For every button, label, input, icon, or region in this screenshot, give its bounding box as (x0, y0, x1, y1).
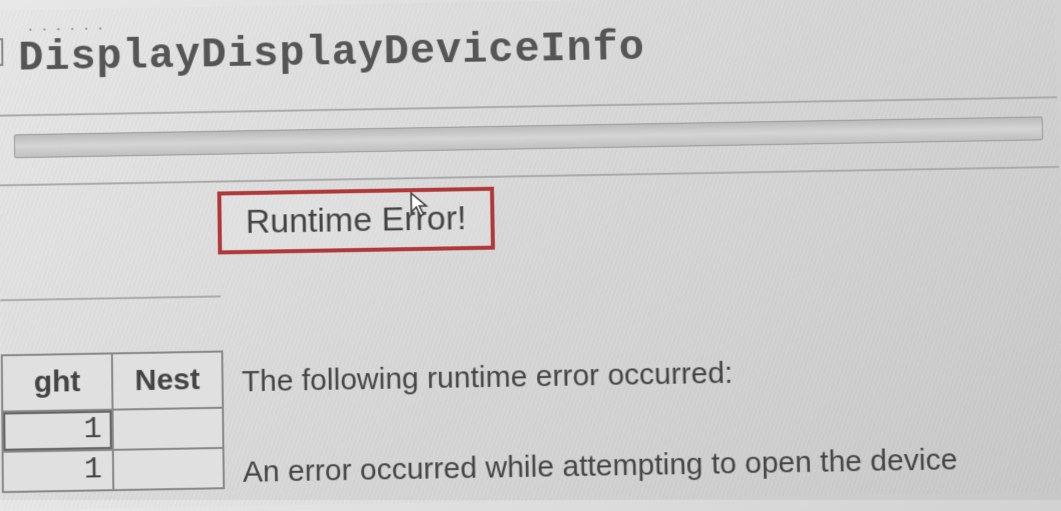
table-cell[interactable] (113, 448, 224, 490)
divider-line-3 (0, 295, 220, 301)
table-header-row: ght Nest (2, 352, 223, 412)
error-message-line: The following runtime error occurred: (241, 357, 733, 400)
progress-bar (14, 116, 1043, 158)
decoration-dots: . . . . . . (28, 14, 105, 36)
table-row: 1 (2, 408, 223, 452)
data-table: ght Nest 1 1 (1, 350, 225, 493)
error-heading-box: Runtime Error! (217, 187, 495, 255)
error-message-line: An error occurred while attempting to op… (243, 443, 958, 490)
table-row: 1 (3, 448, 224, 492)
table-cell[interactable]: 1 (2, 410, 113, 452)
section-title-area: DisplayDisplayDeviceInfo (0, 17, 1056, 83)
error-heading: Runtime Error! (245, 199, 466, 241)
table-cell[interactable] (113, 408, 224, 450)
divider-line-2 (0, 166, 1059, 186)
divider-line (0, 96, 1057, 116)
column-header[interactable]: ght (2, 353, 113, 411)
table-cell[interactable]: 1 (3, 450, 114, 492)
column-header[interactable]: Nest (112, 352, 223, 410)
section-title: DisplayDisplayDeviceInfo (18, 24, 645, 83)
